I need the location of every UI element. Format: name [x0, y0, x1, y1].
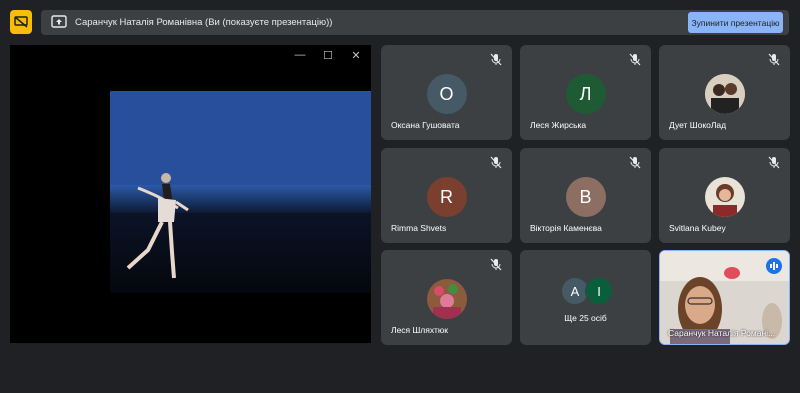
stop-presenting-button[interactable]: Зупинити презентацію: [688, 12, 783, 33]
profile-photo: [704, 74, 745, 114]
self-name: Саранчук Наталія Романі...: [668, 328, 776, 338]
mic-off-icon: [490, 53, 502, 66]
participant-tile[interactable]: О Оксана Гушовата: [381, 45, 512, 140]
self-video-tile[interactable]: Саранчук Наталія Романі...: [659, 250, 790, 345]
window-controls: — ☐ ✕: [293, 49, 363, 62]
participant-name: Rimma Shvets: [391, 223, 447, 233]
presenting-icon[interactable]: [10, 10, 32, 34]
avatar: О: [426, 74, 467, 114]
mic-off-icon: [490, 156, 502, 169]
participant-name: Вікторія Каменєва: [530, 223, 602, 233]
profile-photo: [426, 279, 467, 319]
participant-tile[interactable]: Леся Шляхтюк: [381, 250, 512, 345]
avatar: R: [426, 177, 467, 217]
presenting-banner: Саранчук Наталія Романівна (Ви (показуєт…: [41, 10, 789, 35]
more-participants-tile[interactable]: А І Ще 25 осіб: [520, 250, 651, 345]
mic-off-icon: [768, 156, 780, 169]
mic-off-icon: [490, 258, 502, 271]
avatar: І: [585, 277, 613, 305]
participant-name: Оксана Гушовата: [391, 120, 460, 130]
presenting-text: Саранчук Наталія Романівна (Ви (показуєт…: [75, 17, 333, 28]
presentation-view: — ☐ ✕: [10, 45, 371, 343]
close-icon[interactable]: ✕: [349, 49, 363, 62]
mic-off-icon: [629, 156, 641, 169]
maximize-icon[interactable]: ☐: [321, 49, 335, 62]
avatar: Л: [565, 74, 606, 114]
speaking-indicator-icon: [766, 258, 782, 274]
profile-photo: [704, 177, 745, 217]
top-bar: Саранчук Наталія Романівна (Ви (показуєт…: [0, 0, 800, 44]
participant-name: Леся Шляхтюк: [391, 325, 449, 335]
more-participants-label: Ще 25 осіб: [564, 313, 607, 323]
present-screen-icon: [51, 15, 67, 28]
participant-tile[interactable]: R Rimma Shvets: [381, 148, 512, 243]
ballet-dancers-image: [126, 173, 189, 279]
participant-name: Леся Жирська: [530, 120, 587, 130]
participant-tile[interactable]: Л Леся Жирська: [520, 45, 651, 140]
participant-tile[interactable]: В Вікторія Каменєва: [520, 148, 651, 243]
participant-name: Дует ШокоЛад: [669, 120, 727, 130]
participant-tile[interactable]: Дует ШокоЛад: [659, 45, 790, 140]
avatar: В: [565, 177, 606, 217]
participant-tile[interactable]: Svitlana Kubey: [659, 148, 790, 243]
participant-name: Svitlana Kubey: [669, 223, 726, 233]
minimize-icon[interactable]: —: [293, 49, 307, 62]
mic-off-icon: [768, 53, 780, 66]
mic-off-icon: [629, 53, 641, 66]
